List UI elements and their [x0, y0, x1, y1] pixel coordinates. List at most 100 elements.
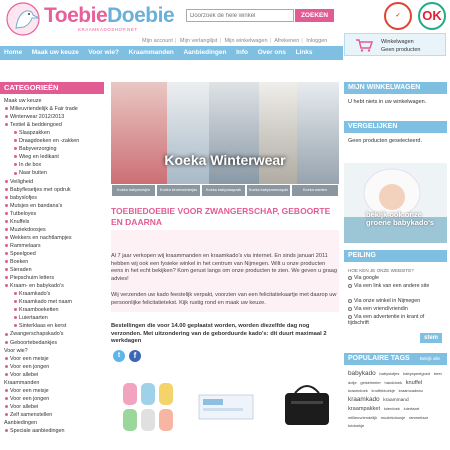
product-bibs-image[interactable] [119, 377, 179, 437]
category-item[interactable]: Luiertaarten [14, 315, 48, 322]
category-item[interactable]: Textiel & beddengoed [5, 122, 62, 129]
category-item[interactable]: Maak uw keuze [4, 98, 41, 105]
nav-over-ons[interactable]: Over ons [254, 46, 290, 60]
category-item[interactable]: Draagdoeken en -zakken [14, 138, 79, 145]
poll-option[interactable]: Via een advertentie in krant of tijdschr… [348, 314, 444, 326]
tag-link[interactable]: tutdoekje [348, 423, 364, 428]
category-item[interactable]: Sieraden [5, 267, 32, 274]
nav-info[interactable]: Info [232, 46, 252, 60]
category-item[interactable]: Aanbiedingen [4, 420, 37, 427]
category-item[interactable]: Veiligheid [5, 179, 33, 186]
category-item[interactable]: Speciale aanbiedingen [5, 428, 65, 435]
nav-maak-uw-keuze[interactable]: Maak uw keuze [28, 46, 83, 60]
tag-link[interactable]: handdoek [384, 380, 402, 385]
radio-icon[interactable] [348, 306, 352, 311]
nav-links[interactable]: Links [292, 46, 317, 60]
category-item[interactable]: Voor allebei [5, 372, 38, 379]
tag-link[interactable]: beer [434, 371, 442, 376]
green-gifts-promo[interactable]: bekijk ook onze groene babykado's [344, 163, 447, 243]
nav-home[interactable]: Home [0, 46, 26, 60]
hero-thumb[interactable]: Koeka babyslaapzak [201, 184, 246, 197]
radio-icon[interactable] [348, 275, 352, 280]
product-bag-image[interactable] [277, 377, 337, 437]
tag-link[interactable]: kraamkado [348, 396, 380, 403]
category-item[interactable]: Zelf samenstellen [5, 412, 52, 419]
tag-link[interactable]: millieuvriendelijk [348, 415, 377, 420]
category-item[interactable]: Tutbeloyes [5, 211, 36, 218]
ok-badge[interactable]: OK [418, 2, 446, 30]
category-item[interactable]: Voor wie? [4, 348, 28, 355]
category-item[interactable]: Slaapzakken [14, 130, 50, 137]
tag-link[interactable]: kraamcadeau [399, 388, 423, 393]
nav-aanbiedingen[interactable]: Aanbiedingen [179, 46, 230, 60]
category-item[interactable]: Winterwear 2012/2013 [5, 114, 64, 121]
tag-link[interactable]: babykado [348, 370, 376, 377]
link-wishlist[interactable]: Mijn verlanglijst [180, 38, 218, 44]
radio-icon[interactable] [348, 298, 352, 303]
category-item[interactable]: Mutsjes en bandana's [5, 203, 62, 210]
tag-link[interactable]: luiertaart [404, 406, 420, 411]
category-item[interactable]: Zwangerschapskado's [5, 331, 63, 338]
tag-link[interactable]: babyspeelgoed [403, 371, 430, 376]
link-login[interactable]: Inloggen [306, 38, 327, 44]
link-checkout[interactable]: Afrekenen [274, 38, 299, 44]
search-input[interactable] [186, 9, 294, 22]
tag-link[interactable]: geiselmeier [360, 380, 380, 385]
category-item[interactable]: Babyflesetjes met opdruk [5, 187, 71, 194]
radio-icon[interactable] [348, 283, 352, 288]
category-item[interactable]: Kraam- en babykado's [5, 283, 64, 290]
category-item[interactable]: babyslofjes [5, 195, 37, 202]
hero-thumb[interactable]: Koeka wanten [291, 184, 339, 197]
category-item[interactable]: Boeken [5, 259, 28, 266]
hero-thumb[interactable]: Koeka babymutsjes [111, 184, 156, 197]
category-item[interactable]: Rammelaars [5, 243, 41, 250]
category-item[interactable]: Wieg en ledikant [14, 154, 59, 161]
tag-link[interactable]: kraammand [383, 398, 408, 403]
twitter-icon[interactable]: t [113, 350, 125, 362]
category-item[interactable]: Voor allebei [5, 404, 38, 411]
poll-option[interactable]: Via onze winkel in Nijmegen [348, 298, 444, 304]
tag-link[interactable]: muziekdoosje [381, 415, 405, 420]
category-item[interactable]: Babyverzorging [14, 146, 56, 153]
radio-icon[interactable] [348, 314, 352, 319]
poll-option[interactable]: Via google [348, 275, 444, 281]
category-item[interactable]: Voor een jongen [5, 364, 49, 371]
poll-option[interactable]: Via een link van een andere site [348, 283, 444, 289]
category-item[interactable]: Kraamkado's [14, 291, 50, 298]
hero-thumb[interactable]: Koeka babysneeuwpak [246, 184, 291, 197]
category-item[interactable]: Voor een meisje [5, 356, 49, 363]
category-item[interactable]: Naar buiten [14, 170, 47, 177]
header-cart[interactable]: Winkelwagen Geen producten [344, 33, 446, 56]
logo[interactable]: ToebieDoebie KRAAMKADOSHOP.NET [6, 2, 175, 36]
category-item[interactable]: In de box [14, 162, 41, 169]
tag-link[interactable]: dotje [348, 380, 357, 385]
tag-link[interactable]: kraampakket [348, 406, 380, 412]
category-item[interactable]: Speelgoed [5, 251, 36, 258]
tag-link[interactable]: knuffel [406, 380, 422, 386]
hero-thumb[interactable]: Koeka kinderwinterjas [156, 184, 201, 197]
nav-kraammanden[interactable]: Kraammanden [125, 46, 178, 60]
category-item[interactable]: Voor een meisje [5, 388, 49, 395]
poll-option[interactable]: Via een vriend/vriendin [348, 306, 444, 312]
search-button[interactable]: ZOEKEN [295, 9, 334, 22]
link-cart[interactable]: Mijn winkelwagen [224, 38, 267, 44]
category-item[interactable]: Knuffels [5, 219, 29, 226]
vote-button[interactable]: stem [420, 333, 442, 343]
category-item[interactable]: Kraammanden [4, 380, 39, 387]
tag-link[interactable]: rammelaar [409, 415, 428, 420]
category-item[interactable]: Piepschuim letters [5, 275, 54, 282]
category-item[interactable]: Kraamboeketten [14, 307, 59, 314]
category-item[interactable]: Sinterklaas en kerst [14, 323, 66, 330]
view-all-tags-link[interactable]: Bekijk alle [420, 356, 440, 361]
category-item[interactable]: Voor een jongen [5, 396, 49, 403]
link-account[interactable]: Mijn account [142, 38, 173, 44]
tag-link[interactable]: kraamdoek [348, 388, 368, 393]
nav-voor-wie[interactable]: Voor wie? [84, 46, 123, 60]
category-item[interactable]: Muziekdoosjes [5, 227, 46, 234]
category-item[interactable]: Milieuvriendelijk & Fair trade [5, 106, 78, 113]
tag-link[interactable]: knuffeldoekje [371, 388, 395, 393]
category-item[interactable]: Wekkers en nachtlampjes [5, 235, 72, 242]
hero-banner[interactable]: Koeka Winterwear [111, 82, 339, 197]
tag-link[interactable]: babyslofjes [379, 371, 399, 376]
product-card-image[interactable] [195, 377, 257, 437]
